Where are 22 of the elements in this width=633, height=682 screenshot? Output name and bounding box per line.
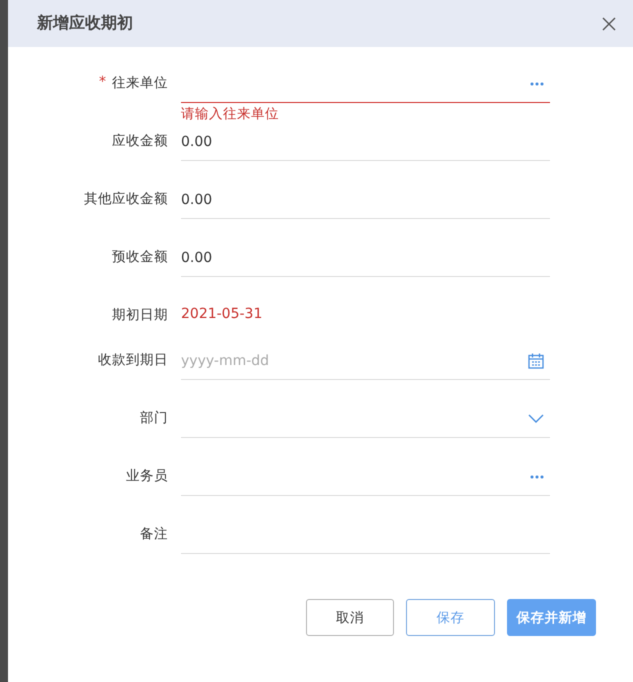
field-label: 预收金额: [112, 248, 168, 266]
more-icon[interactable]: [530, 82, 544, 86]
chevron-down-icon[interactable]: [528, 414, 544, 423]
more-icon[interactable]: [530, 474, 544, 478]
field-label: 业务员: [126, 467, 168, 485]
required-mark: *: [99, 74, 106, 90]
close-icon[interactable]: [602, 16, 616, 30]
field-label: 备注: [140, 525, 168, 543]
field-label: 往来单位: [112, 74, 168, 92]
cancel-button[interactable]: 取消: [306, 599, 394, 636]
field-label: 其他应收金额: [84, 190, 168, 208]
calendar-icon[interactable]: [528, 352, 544, 368]
field-label: 部门: [140, 409, 168, 427]
date-value: 2021-05-31: [181, 305, 262, 322]
dialog-title: 新增应收期初: [37, 13, 133, 34]
error-message: 请输入往来单位: [181, 105, 279, 123]
input-field[interactable]: 0.00: [181, 239, 550, 277]
field-label: 收款到期日: [98, 351, 168, 369]
field-label: 应收金额: [112, 132, 168, 150]
input-field[interactable]: 0.00: [181, 181, 550, 219]
input-field[interactable]: 0.00: [181, 123, 550, 161]
field-label: 期初日期: [112, 306, 168, 324]
